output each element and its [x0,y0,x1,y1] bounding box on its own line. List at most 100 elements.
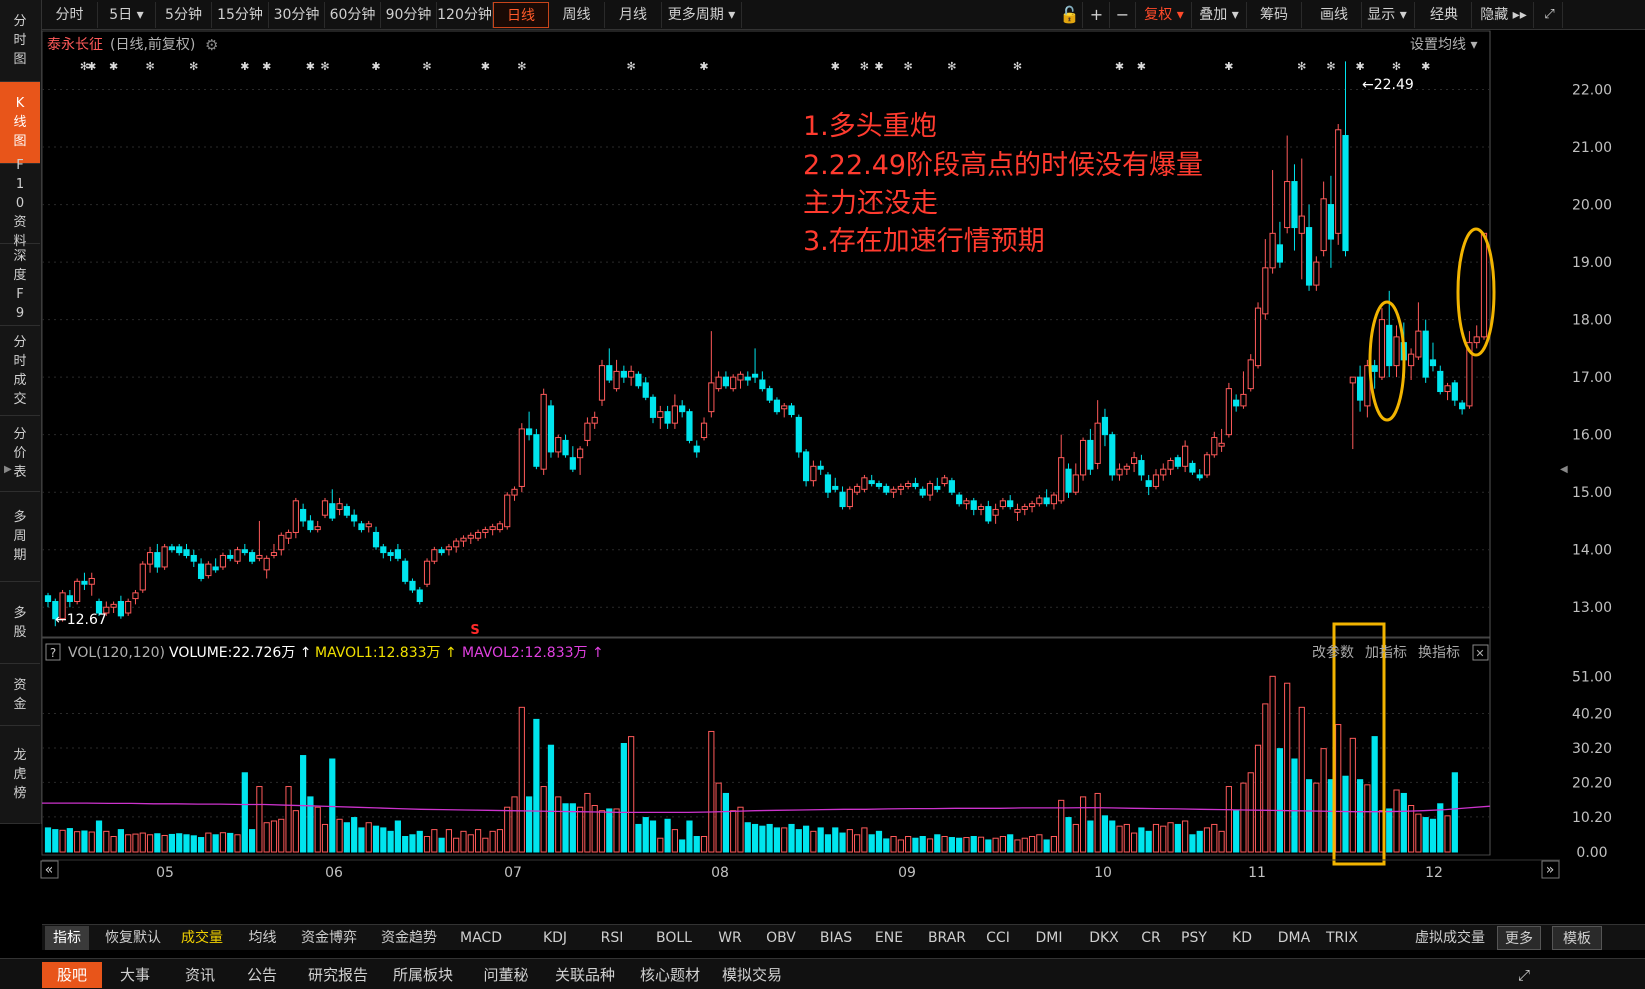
candle-body [1174,457,1181,467]
volume-indicator-name: VOL(120,120) [68,645,165,661]
candle-body [642,382,649,398]
footer-tab-0[interactable]: 股吧 [42,962,102,988]
volume-bar [649,820,657,853]
indicator-tab-21[interactable]: DMA [1272,926,1316,950]
volume-action-button[interactable]: 换指标 [1418,644,1460,661]
candle-body [635,373,642,387]
footer-tab-7[interactable]: 关联品种 [545,962,625,988]
month-label: 08 [711,865,729,881]
candle-body [227,554,234,559]
volume-bar [117,829,124,853]
volume-bar [795,829,802,853]
volume-bar [504,806,511,853]
volume-action-button[interactable]: 加指标 [1365,645,1407,661]
candle-body [1342,135,1349,252]
candle-body [1335,129,1342,234]
volume-bar [394,820,401,853]
indicator-tab-4[interactable]: 资金博弈 [292,926,366,950]
candle-body [256,554,263,559]
indicator-tab-17[interactable]: DKX [1084,926,1124,950]
volume-bar [664,818,671,853]
indicator-tab-6[interactable]: MACD [447,926,515,950]
footer-tab-4[interactable]: 研究报告 [300,962,376,988]
volume-bar [905,836,912,853]
volume-bar [934,834,941,853]
indicator-tab-18[interactable]: CR [1132,926,1170,950]
volume-bar [613,808,620,853]
event-marker-icon: ✻ [422,60,431,73]
candle-body [1160,468,1167,476]
volume-bar [234,834,241,853]
volume-bar [985,839,992,853]
event-marker-icon: ✱ [1421,60,1430,73]
indicator-tab-7[interactable]: KDJ [529,926,581,950]
candle-body [737,373,744,381]
candle-body [1313,261,1320,286]
volume-bar [1094,792,1101,853]
candle-body [802,451,810,482]
candle-body [905,483,912,487]
indicator-tab-16[interactable]: DMI [1027,926,1071,950]
volume-action-button[interactable]: 改参数 [1312,644,1354,661]
candle-body [1014,508,1021,513]
candle-body [351,514,358,522]
candle-body [620,370,627,378]
indicator-tab-13[interactable]: ENE [867,926,911,950]
volume-bar [438,837,445,853]
indicator-tab-1[interactable]: 恢复默认 [97,926,169,950]
indicator-tab-15[interactable]: CCI [977,926,1019,950]
indicator-tab-2[interactable]: 成交量 [173,926,231,950]
footer-tab-5[interactable]: 所属板块 [378,962,468,988]
candle-body [1218,442,1225,447]
indicator-tab-11[interactable]: OBV [760,926,802,950]
volume-bar [387,830,394,853]
indicator-tab-23[interactable]: 虚拟成交量 [1410,926,1490,950]
mavol1-value: MAVOL1:12.833万 ↑ [315,645,457,661]
candle-body [1298,215,1305,234]
candle-body [387,552,394,556]
indicator-tab-25[interactable]: 模板 [1552,926,1602,950]
indicator-tab-19[interactable]: PSY [1172,926,1216,950]
indicator-tab-14[interactable]: BRAR [922,926,972,950]
volume-bar [183,834,190,853]
candle-body [1116,468,1123,476]
annotation-line: 主力还没走 [803,188,938,219]
footer-tab-8[interactable]: 核心题材 [630,962,710,988]
indicator-tab-22[interactable]: TRIX [1322,926,1362,950]
candle-body [970,500,977,510]
footer-tab-1[interactable]: 大事 [105,962,165,988]
month-label: 11 [1248,865,1266,881]
indicator-tab-3[interactable]: 均线 [239,926,286,950]
s-signal-icon: S [470,623,479,638]
volume-bar [219,832,227,853]
footer-tab-6[interactable]: 问董秘 [470,962,542,988]
volume-bar [1101,815,1109,853]
event-markers[interactable]: ✻✱ ✱ ✻ ✻ ✱ ✱ ✱ ✻ ✱ ✻ ✱ ✻ ✻ ✱ ✱ ✻ ✱ ✻ ✻ ✻ ✱ ✱ ✱ ✻ ✻ ✱ ✻ ✱ [80,60,1430,73]
ma-settings-button[interactable]: 设置均线 ▾ [1410,37,1477,53]
indicator-tab-9[interactable]: BOLL [645,926,703,950]
candle-body [1123,465,1130,470]
indicator-tab-20[interactable]: KD [1222,926,1262,950]
indicator-tab-5[interactable]: 资金趋势 [372,926,446,950]
candle-body [278,534,285,551]
footer-tab-3[interactable]: 公告 [232,962,292,988]
candle-body [1028,503,1036,508]
volume-bar [1269,675,1276,853]
expand-footer-icon[interactable]: ⤢ [1512,962,1536,988]
volume-bar [482,837,489,853]
candle-body [372,531,380,548]
volume-bar [1305,779,1313,853]
indicator-tab-0[interactable]: 指标 [45,926,89,950]
candle-body [168,546,176,551]
volume-bar [846,829,853,853]
candle-body [518,428,525,487]
candle-body [365,523,372,528]
indicator-tab-24[interactable]: 更多 [1497,926,1541,950]
indicator-tab-10[interactable]: WR [708,926,752,950]
indicator-tab-8[interactable]: RSI [589,926,635,950]
volume-bar [657,837,664,853]
kline-chart[interactable]: 22.00 21.00 20.00 19.00 18.00 17.00 16.00 15.00… [0,0,1645,924]
footer-tab-9[interactable]: 模拟交易 [710,962,794,988]
indicator-tab-12[interactable]: BIAS [812,926,860,950]
footer-tab-2[interactable]: 资讯 [170,962,230,988]
